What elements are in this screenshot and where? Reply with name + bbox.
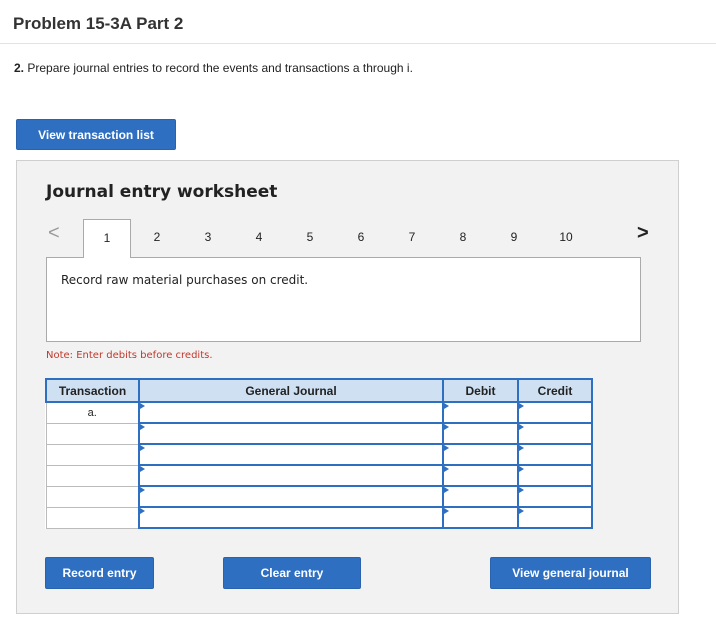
debit-input[interactable]: [442, 443, 519, 466]
dropdown-caret-icon: [140, 487, 145, 493]
transaction-cell: [45, 506, 140, 529]
account-select[interactable]: [138, 401, 444, 424]
debit-input[interactable]: [442, 401, 519, 424]
column-header-debit: Debit: [442, 378, 519, 403]
credit-input[interactable]: [517, 422, 593, 445]
tab-8[interactable]: 8: [439, 219, 487, 255]
column-header-general-journal: General Journal: [138, 378, 444, 403]
debit-input[interactable]: [442, 506, 519, 529]
column-header-transaction: Transaction: [45, 378, 140, 403]
tab-9[interactable]: 9: [490, 219, 538, 255]
account-select[interactable]: [138, 443, 444, 466]
account-select[interactable]: [138, 422, 444, 445]
view-general-journal-button[interactable]: View general journal: [490, 557, 651, 589]
tab-6[interactable]: 6: [337, 219, 385, 255]
dropdown-caret-icon: [519, 487, 524, 493]
credit-input[interactable]: [517, 485, 593, 508]
tab-3[interactable]: 3: [184, 219, 232, 255]
record-entry-button[interactable]: Record entry: [45, 557, 154, 589]
transaction-cell: [45, 443, 140, 466]
dropdown-caret-icon: [519, 445, 524, 451]
table-row: [45, 422, 593, 445]
transaction-cell: [45, 485, 140, 508]
account-select[interactable]: [138, 506, 444, 529]
debit-input[interactable]: [442, 422, 519, 445]
view-transaction-list-button[interactable]: View transaction list: [16, 119, 176, 150]
page-title: Problem 15-3A Part 2: [13, 14, 184, 33]
worksheet-title: Journal entry worksheet: [46, 182, 278, 202]
dropdown-caret-icon: [444, 424, 449, 430]
tab-1[interactable]: 1: [83, 219, 131, 258]
credit-input[interactable]: [517, 506, 593, 529]
title-divider: [0, 43, 716, 44]
dropdown-caret-icon: [444, 445, 449, 451]
instruction-number: 2.: [14, 61, 25, 75]
transaction-description-box: Record raw material purchases on credit.: [46, 257, 641, 342]
journal-table: Transaction General Journal Debit Credit…: [45, 378, 593, 529]
dropdown-caret-icon: [140, 403, 145, 409]
tab-10[interactable]: 10: [542, 219, 590, 255]
dropdown-caret-icon: [519, 403, 524, 409]
instruction-text: Prepare journal entries to record the ev…: [24, 61, 413, 75]
tab-4[interactable]: 4: [235, 219, 283, 255]
chevron-left-icon[interactable]: <: [48, 223, 60, 243]
journal-entry-worksheet-panel: Journal entry worksheet < > 1 2 3 4 5 6 …: [16, 160, 679, 614]
credit-input[interactable]: [517, 443, 593, 466]
table-row: a.: [45, 401, 593, 424]
dropdown-caret-icon: [519, 424, 524, 430]
tab-2[interactable]: 2: [133, 219, 181, 255]
credit-input[interactable]: [517, 464, 593, 487]
dropdown-caret-icon: [519, 508, 524, 514]
transaction-cell: [45, 464, 140, 487]
account-select[interactable]: [138, 485, 444, 508]
clear-entry-button[interactable]: Clear entry: [223, 557, 361, 589]
dropdown-caret-icon: [519, 466, 524, 472]
dropdown-caret-icon: [444, 487, 449, 493]
credit-input[interactable]: [517, 401, 593, 424]
debit-input[interactable]: [442, 464, 519, 487]
table-row: [45, 485, 593, 508]
dropdown-caret-icon: [444, 508, 449, 514]
account-select[interactable]: [138, 464, 444, 487]
dropdown-caret-icon: [444, 466, 449, 472]
dropdown-caret-icon: [140, 445, 145, 451]
transaction-description: Record raw material purchases on credit.: [61, 273, 309, 287]
instruction: 2. Prepare journal entries to record the…: [14, 61, 413, 75]
transaction-cell: a.: [45, 401, 140, 424]
journal-header-row: Transaction General Journal Debit Credit: [45, 378, 593, 403]
table-row: [45, 506, 593, 529]
transaction-cell: [45, 422, 140, 445]
dropdown-caret-icon: [444, 403, 449, 409]
chevron-right-icon[interactable]: >: [637, 223, 649, 243]
table-row: [45, 464, 593, 487]
column-header-credit: Credit: [517, 378, 593, 403]
dropdown-caret-icon: [140, 424, 145, 430]
debit-input[interactable]: [442, 485, 519, 508]
dropdown-caret-icon: [140, 466, 145, 472]
tab-7[interactable]: 7: [388, 219, 436, 255]
entry-note: Note: Enter debits before credits.: [46, 350, 213, 361]
dropdown-caret-icon: [140, 508, 145, 514]
tab-5[interactable]: 5: [286, 219, 334, 255]
table-row: [45, 443, 593, 466]
